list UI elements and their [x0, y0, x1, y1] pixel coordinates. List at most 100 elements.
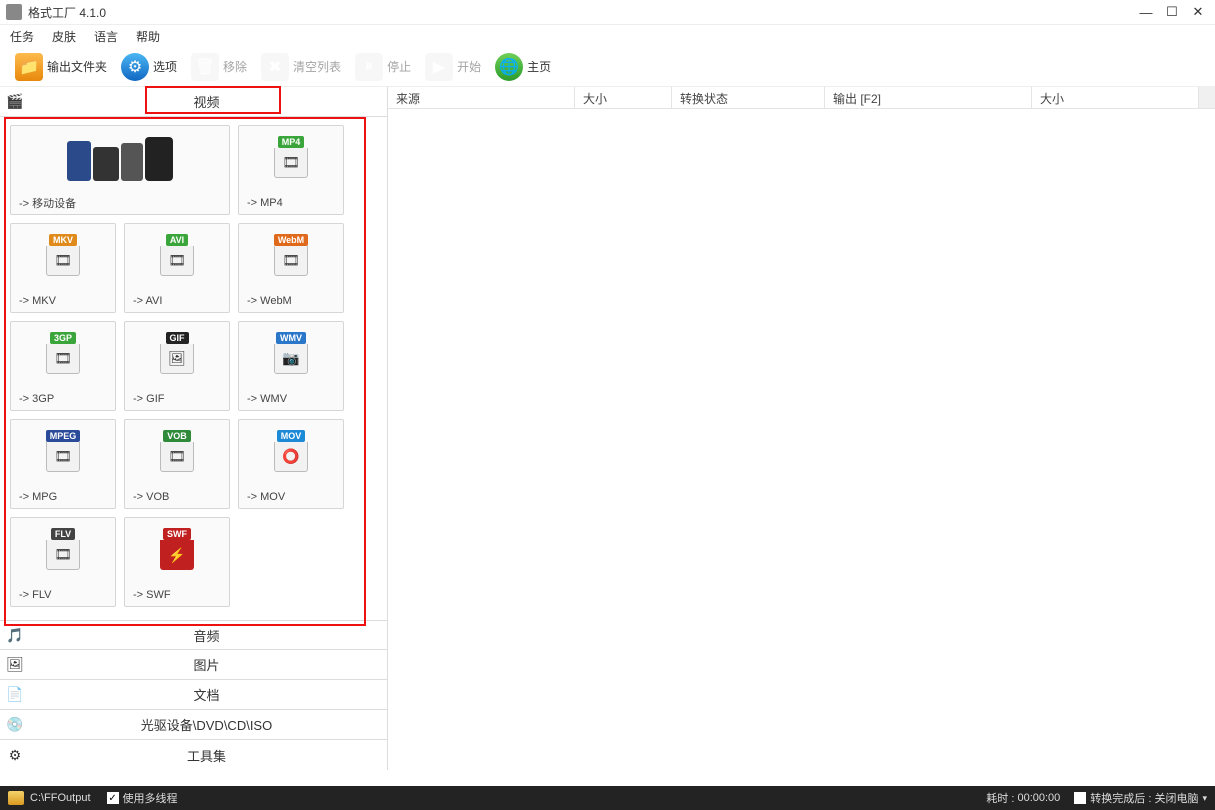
- category-document-label: 文档: [26, 685, 387, 704]
- col-source[interactable]: 来源: [388, 87, 575, 108]
- col-size[interactable]: 大小: [575, 87, 672, 108]
- home-button[interactable]: 🌐 主页: [490, 50, 556, 84]
- format-icon: FLV🎞: [11, 518, 115, 584]
- remove-button[interactable]: 🗑 移除: [186, 50, 252, 84]
- clear-list-button[interactable]: ✖ 清空列表: [256, 50, 346, 84]
- format-icon: VOB🎞: [125, 420, 229, 486]
- category-disc[interactable]: 💿 光驱设备\DVD\CD\ISO: [0, 710, 387, 740]
- format-tile-vob[interactable]: VOB🎞-> VOB: [124, 419, 230, 509]
- format-icon: MOV⭕: [239, 420, 343, 486]
- category-document[interactable]: 📄 文档: [0, 680, 387, 710]
- format-tile-label: -> MP4: [239, 192, 343, 214]
- col-out-size[interactable]: 大小: [1032, 87, 1199, 108]
- after-checkbox[interactable]: [1074, 792, 1086, 804]
- status-bar: C:\FFOutput ✓ 使用多线程 耗时 : 00:00:00 转换完成后 …: [0, 786, 1215, 810]
- list-scrollbar[interactable]: [1199, 87, 1215, 108]
- after-dropdown-icon[interactable]: ▾: [1202, 793, 1207, 804]
- window-title: 格式工厂 4.1.0: [28, 4, 1139, 21]
- format-tile-swf[interactable]: SWF⚡-> SWF: [124, 517, 230, 607]
- format-icon: GIF🖼: [125, 322, 229, 388]
- format-tile-mkv[interactable]: MKV🎞-> MKV: [10, 223, 116, 313]
- menu-help[interactable]: 帮助: [136, 28, 160, 45]
- format-tile-label: -> MOV: [239, 486, 343, 508]
- folder-icon: 📁: [15, 53, 43, 81]
- category-picture[interactable]: 🖼 图片: [0, 650, 387, 680]
- menu-skin[interactable]: 皮肤: [52, 28, 76, 45]
- disc-icon: 💿: [4, 715, 26, 735]
- after-value[interactable]: 关闭电脑: [1154, 790, 1198, 806]
- home-label: 主页: [527, 58, 551, 75]
- menu-tasks[interactable]: 任务: [10, 28, 34, 45]
- remove-label: 移除: [223, 58, 247, 75]
- format-tile-flv[interactable]: FLV🎞-> FLV: [10, 517, 116, 607]
- picture-icon: 🖼: [4, 655, 26, 675]
- start-label: 开始: [457, 58, 481, 75]
- category-tools[interactable]: ⚙ 工具集: [0, 740, 387, 770]
- format-tile-label: -> MPG: [11, 486, 115, 508]
- options-icon: ⚙: [121, 53, 149, 81]
- format-icon: MPEG🎞: [11, 420, 115, 486]
- format-tile-3gp[interactable]: 3GP🎞-> 3GP: [10, 321, 116, 411]
- list-body: [388, 109, 1215, 770]
- remove-icon: 🗑: [191, 53, 219, 81]
- category-tools-label: 工具集: [26, 746, 387, 765]
- format-icon: MP4🎞: [239, 126, 343, 192]
- audio-icon: 🎵: [4, 625, 26, 645]
- format-icon: WebM🎞: [239, 224, 343, 290]
- close-button[interactable]: ✕: [1191, 5, 1205, 19]
- format-tile-label: -> 移动设备: [11, 192, 229, 214]
- start-icon: ▶: [425, 53, 453, 81]
- format-tile-wmv[interactable]: WMV📷-> WMV: [238, 321, 344, 411]
- category-video-header[interactable]: 🎬 视频: [0, 87, 387, 117]
- format-grid: -> 移动设备MP4🎞-> MP4MKV🎞-> MKVAVI🎞-> AVIWeb…: [10, 125, 379, 607]
- output-folder-button[interactable]: 📁 输出文件夹: [10, 50, 112, 84]
- format-tile-avi[interactable]: AVI🎞-> AVI: [124, 223, 230, 313]
- format-tile-label: -> WMV: [239, 388, 343, 410]
- format-tile-label: -> WebM: [239, 290, 343, 312]
- after-label: 转换完成后 :: [1090, 790, 1151, 806]
- category-picture-label: 图片: [26, 655, 387, 674]
- category-audio[interactable]: 🎵 音频: [0, 620, 387, 650]
- menu-language[interactable]: 语言: [94, 28, 118, 45]
- category-audio-label: 音频: [26, 626, 387, 645]
- stop-button[interactable]: ⏸ 停止: [350, 50, 416, 84]
- category-disc-label: 光驱设备\DVD\CD\ISO: [26, 715, 387, 734]
- format-tile-gif[interactable]: GIF🖼-> GIF: [124, 321, 230, 411]
- format-tile-mp4[interactable]: MP4🎞-> MP4: [238, 125, 344, 215]
- col-status[interactable]: 转换状态: [672, 87, 825, 108]
- app-icon: [6, 4, 22, 20]
- video-icon: 🎬: [4, 92, 26, 112]
- format-icon: WMV📷: [239, 322, 343, 388]
- multithread-checkbox[interactable]: ✓: [107, 792, 119, 804]
- format-icon: 3GP🎞: [11, 322, 115, 388]
- format-tile-mov[interactable]: MOV⭕-> MOV: [238, 419, 344, 509]
- status-output-path[interactable]: C:\FFOutput: [30, 792, 91, 804]
- stop-icon: ⏸: [355, 53, 383, 81]
- format-tile-webm[interactable]: WebM🎞-> WebM: [238, 223, 344, 313]
- home-icon: 🌐: [495, 53, 523, 81]
- format-tile-mobile[interactable]: -> 移动设备: [10, 125, 230, 215]
- elapsed-label: 耗时 :: [986, 790, 1014, 806]
- menu-bar: 任务 皮肤 语言 帮助: [0, 25, 1215, 47]
- clear-list-label: 清空列表: [293, 58, 341, 75]
- options-button[interactable]: ⚙ 选项: [116, 50, 182, 84]
- format-tile-label: -> MKV: [11, 290, 115, 312]
- options-label: 选项: [153, 58, 177, 75]
- format-tile-label: -> 3GP: [11, 388, 115, 410]
- start-button[interactable]: ▶ 开始: [420, 50, 486, 84]
- status-folder-icon[interactable]: [8, 791, 24, 805]
- col-output[interactable]: 输出 [F2]: [825, 87, 1032, 108]
- format-tile-mpeg[interactable]: MPEG🎞-> MPG: [10, 419, 116, 509]
- format-tile-label: -> FLV: [11, 584, 115, 606]
- left-panel: 🎬 视频 -> 移动设备MP4🎞-> MP4MKV🎞-> MKVAVI🎞-> A…: [0, 87, 388, 770]
- format-icon: MKV🎞: [11, 224, 115, 290]
- main-area: 🎬 视频 -> 移动设备MP4🎞-> MP4MKV🎞-> MKVAVI🎞-> A…: [0, 87, 1215, 770]
- toolbar: 📁 输出文件夹 ⚙ 选项 🗑 移除 ✖ 清空列表 ⏸ 停止 ▶ 开始 🌐 主页: [0, 47, 1215, 87]
- minimize-button[interactable]: —: [1139, 5, 1153, 19]
- format-icon: AVI🎞: [125, 224, 229, 290]
- maximize-button[interactable]: ☐: [1165, 5, 1179, 19]
- title-bar: 格式工厂 4.1.0 — ☐ ✕: [0, 0, 1215, 25]
- output-folder-label: 输出文件夹: [47, 58, 107, 75]
- format-grid-area: -> 移动设备MP4🎞-> MP4MKV🎞-> MKVAVI🎞-> AVIWeb…: [0, 117, 387, 620]
- right-panel: 来源 大小 转换状态 输出 [F2] 大小: [388, 87, 1215, 770]
